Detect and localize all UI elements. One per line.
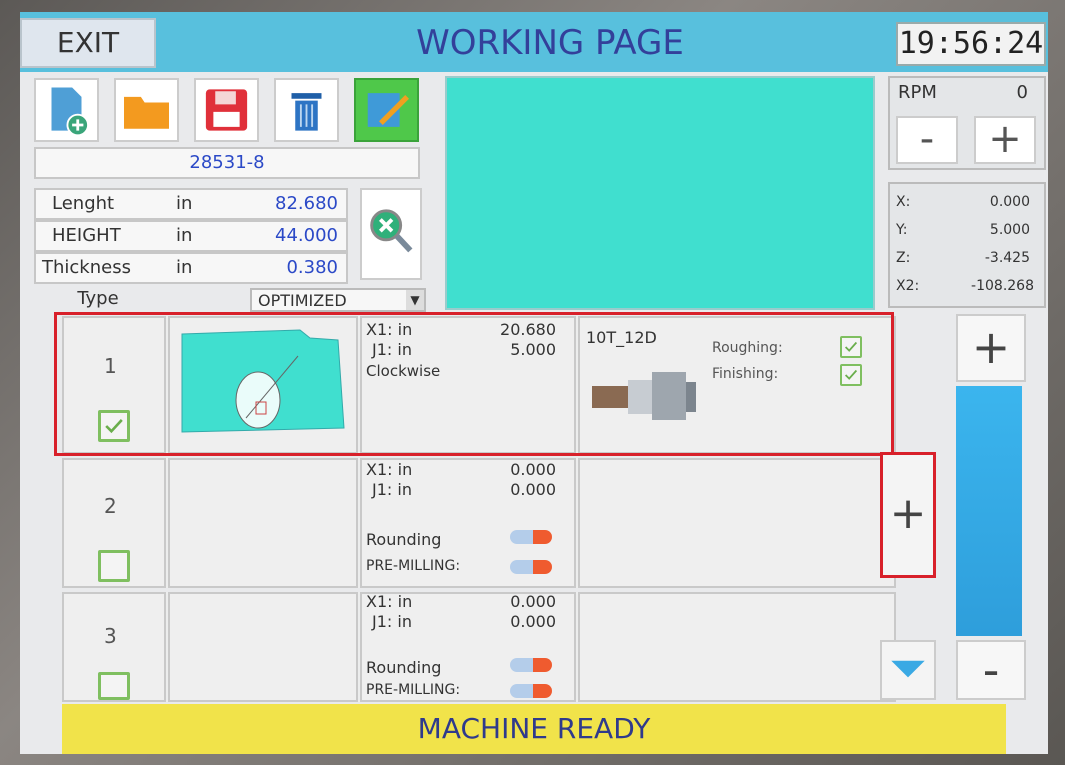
op-tool-cell	[578, 592, 896, 702]
exit-button[interactable]: EXIT	[20, 18, 156, 68]
op-j1-value: 0.000	[510, 612, 556, 631]
type-label: Type	[77, 288, 119, 309]
type-select[interactable]: OPTIMIZED ▼	[250, 288, 426, 312]
rpm-value: 0	[1016, 82, 1028, 103]
coord-z-label: Z:	[896, 250, 911, 266]
premilling-toggle[interactable]	[510, 560, 552, 574]
op-shape-cell	[168, 592, 358, 702]
open-folder-icon	[124, 96, 169, 129]
op-number: 3	[104, 624, 117, 648]
op-shape-cell	[168, 458, 358, 588]
hmi-screen: EXIT WORKING PAGE 19:56:24 28531-8 Lengh…	[20, 12, 1048, 754]
rounding-toggle[interactable]	[510, 530, 552, 544]
magnifier-clear-icon	[370, 209, 413, 253]
selected-operation-highlight	[54, 312, 894, 456]
rpm-panel: RPM 0 - +	[888, 76, 1046, 170]
open-folder-button[interactable]	[114, 78, 179, 142]
delete-button[interactable]	[274, 78, 339, 142]
rounding-toggle[interactable]	[510, 658, 552, 672]
new-file-button[interactable]	[34, 78, 99, 142]
operation-row-2[interactable]: 2 X1: in 0.000 J1: in 0.000 Rounding PRE…	[62, 458, 896, 588]
add-operation-button[interactable]: +	[880, 452, 936, 578]
op-params-cell: X1: in 0.000 J1: in 0.000 Rounding PRE-M…	[360, 592, 576, 702]
length-row[interactable]: Lenght in 82.680	[34, 188, 348, 220]
length-value: 82.680	[275, 193, 338, 214]
op-params-cell: X1: in 0.000 J1: in 0.000 Rounding PRE-M…	[360, 458, 576, 588]
scroll-down-button[interactable]	[880, 640, 936, 700]
premilling-toggle[interactable]	[510, 684, 552, 698]
new-file-icon	[51, 87, 89, 137]
program-name-field[interactable]: 28531-8	[34, 147, 420, 179]
op-x1-value: 0.000	[510, 460, 556, 479]
thickness-unit: in	[176, 257, 193, 278]
type-value: OPTIMIZED	[258, 291, 347, 310]
scroll-minus-button[interactable]: -	[956, 640, 1026, 700]
height-unit: in	[176, 225, 193, 246]
op-checkbox[interactable]	[98, 550, 130, 582]
op-j1-label: J1: in	[372, 612, 412, 631]
rounding-label: Rounding	[366, 530, 442, 549]
coord-z-value: -3.425	[984, 250, 1030, 266]
scroll-track[interactable]	[956, 386, 1022, 636]
op-tool-cell	[578, 458, 896, 588]
op-number: 2	[104, 494, 117, 518]
op-x1-value: 0.000	[510, 592, 556, 611]
coord-x-value: 0.000	[989, 194, 1030, 210]
trash-icon	[291, 93, 322, 131]
rpm-label: RPM	[898, 82, 937, 103]
thickness-row[interactable]: Thickness in 0.380	[34, 252, 348, 284]
op-number-cell: 3	[62, 592, 166, 702]
op-x1-label: X1: in	[366, 592, 413, 611]
save-icon	[205, 89, 248, 131]
op-j1-label: J1: in	[372, 480, 412, 499]
length-unit: in	[176, 193, 193, 214]
height-value: 44.000	[275, 225, 338, 246]
rpm-increase-button[interactable]: +	[974, 116, 1036, 164]
clock: 19:56:24	[896, 22, 1046, 66]
chevron-down-icon: ▼	[406, 290, 424, 310]
coord-y-label: Y:	[896, 222, 908, 238]
op-checkbox[interactable]	[98, 672, 130, 700]
status-bar: MACHINE READY	[62, 704, 1006, 754]
program-name: 28531-8	[189, 152, 265, 173]
premilling-label: PRE-MILLING:	[366, 682, 461, 698]
edit-button[interactable]	[354, 78, 419, 142]
coord-x-label: X:	[896, 194, 911, 210]
height-label: HEIGHT	[52, 225, 121, 246]
edit-icon	[367, 93, 409, 127]
rounding-label: Rounding	[366, 658, 442, 677]
thickness-label: Thickness	[42, 257, 131, 278]
clear-search-button[interactable]	[360, 188, 422, 280]
premilling-label: PRE-MILLING:	[366, 558, 461, 574]
thickness-value: 0.380	[286, 257, 338, 278]
save-button[interactable]	[194, 78, 259, 142]
coord-y-value: 5.000	[989, 222, 1030, 238]
coordinates-panel: X: 0.000 Y: 5.000 Z: -3.425 X2: -108.268	[888, 182, 1046, 308]
page-title: WORKING PAGE	[416, 23, 684, 63]
length-label: Lenght	[52, 193, 115, 214]
triangle-down-icon	[891, 660, 925, 678]
operation-row-3[interactable]: 3 X1: in 0.000 J1: in 0.000 Rounding PRE…	[62, 592, 896, 702]
preview-canvas	[445, 76, 875, 310]
op-j1-value: 0.000	[510, 480, 556, 499]
coord-x2-label: X2:	[896, 278, 920, 294]
scroll-up-plus-button[interactable]: +	[956, 314, 1026, 382]
op-x1-label: X1: in	[366, 460, 413, 479]
coord-x2-value: -108.268	[971, 278, 1034, 294]
height-row[interactable]: HEIGHT in 44.000	[34, 220, 348, 252]
rpm-decrease-button[interactable]: -	[896, 116, 958, 164]
op-number-cell: 2	[62, 458, 166, 588]
